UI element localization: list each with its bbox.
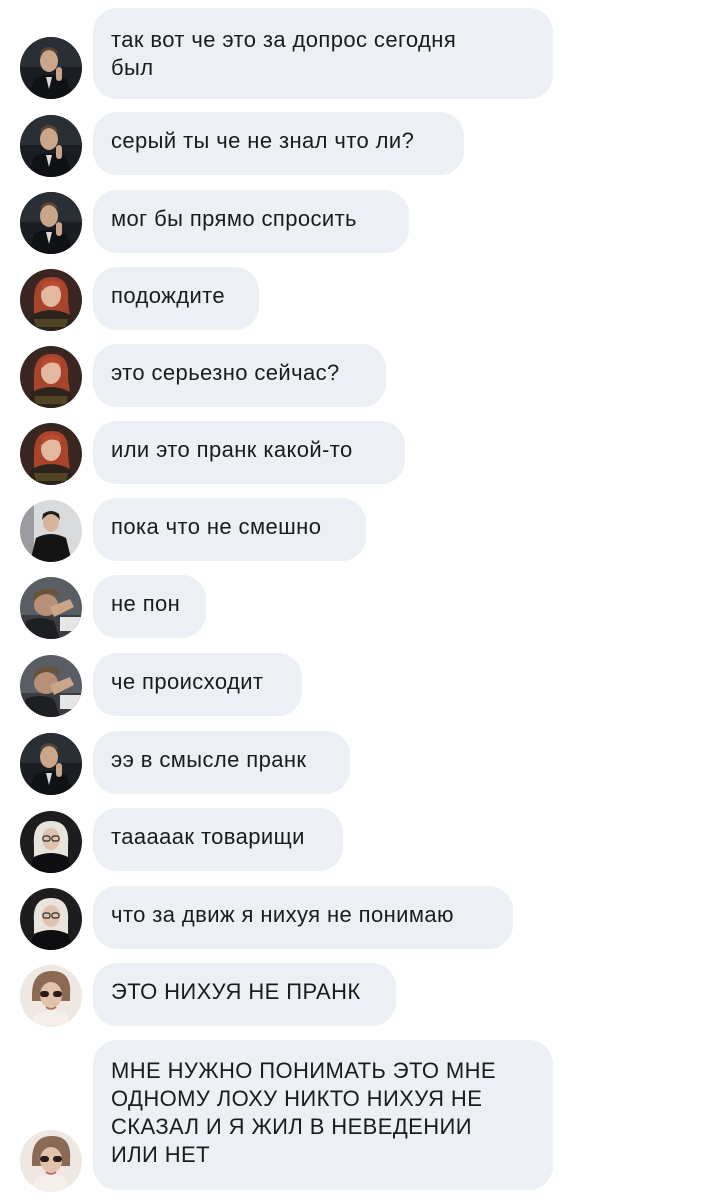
message-bubble: не пон bbox=[93, 575, 206, 638]
avatar-man-black-jacket[interactable] bbox=[20, 500, 82, 562]
avatar-man-suit[interactable] bbox=[20, 192, 82, 254]
avatar-man-sunglasses[interactable] bbox=[20, 965, 82, 1027]
message-bubble: ээ в смысле пранк bbox=[93, 731, 350, 794]
avatar-woman-redhair[interactable] bbox=[20, 269, 82, 331]
avatar-woman-blonde-glasses[interactable] bbox=[20, 811, 82, 873]
chat-message-list: так вот че это за допрос сегодня был сер… bbox=[0, 0, 711, 1200]
message-bubble: что за движ я нихуя не понимаю bbox=[93, 886, 513, 949]
avatar-woman-redhair[interactable] bbox=[20, 346, 82, 408]
message-bubble: это серьезно сейчас? bbox=[93, 344, 386, 407]
avatar-man-sunglasses[interactable] bbox=[20, 1130, 82, 1192]
avatar-man-hand-face[interactable] bbox=[20, 655, 82, 717]
message-bubble: серый ты че не знал что ли? bbox=[93, 112, 464, 175]
message-bubble: пока что не смешно bbox=[93, 498, 366, 561]
message-bubble: ЭТО НИХУЯ НЕ ПРАНК bbox=[93, 963, 396, 1026]
message-bubble: или это пранк какой-то bbox=[93, 421, 405, 484]
message-bubble: тааааак товарищи bbox=[93, 808, 343, 871]
message-bubble: МНЕ НУЖНО ПОНИМАТЬ ЭТО МНЕ ОДНОМУ ЛОХУ Н… bbox=[93, 1040, 553, 1190]
message-bubble: че происходит bbox=[93, 653, 302, 716]
avatar-man-suit[interactable] bbox=[20, 37, 82, 99]
message-bubble: так вот че это за допрос сегодня был bbox=[93, 8, 553, 99]
avatar-man-suit[interactable] bbox=[20, 733, 82, 795]
message-bubble: подождите bbox=[93, 267, 259, 330]
avatar-woman-blonde-glasses[interactable] bbox=[20, 888, 82, 950]
avatar-woman-redhair[interactable] bbox=[20, 423, 82, 485]
avatar-man-suit[interactable] bbox=[20, 115, 82, 177]
message-bubble: мог бы прямо спросить bbox=[93, 190, 409, 253]
avatar-man-hand-face[interactable] bbox=[20, 577, 82, 639]
